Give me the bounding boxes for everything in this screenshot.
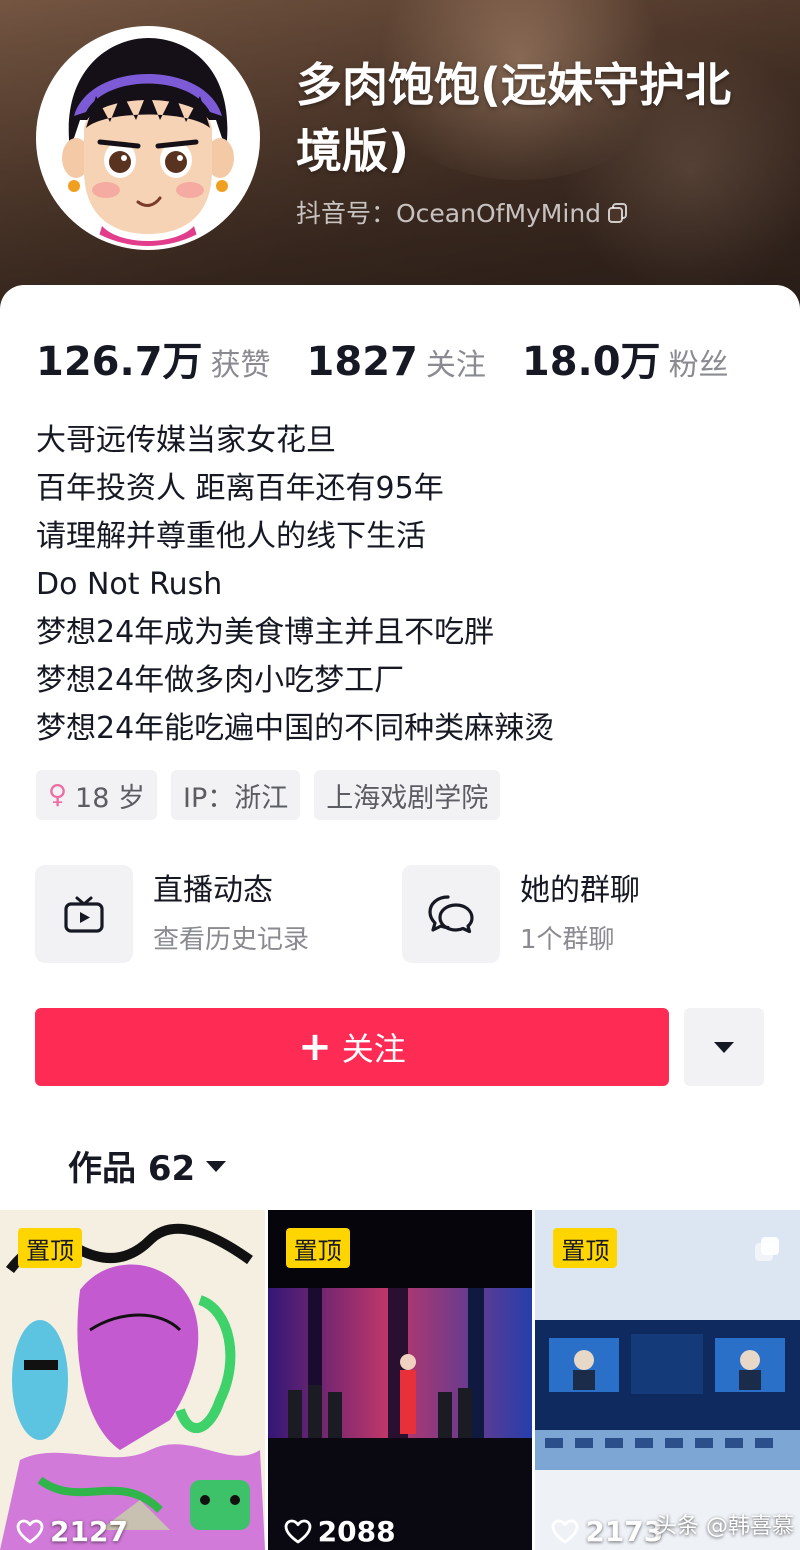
chat-icon-box <box>402 865 500 963</box>
watermark: 头条 @韩喜慕 <box>655 1514 794 1539</box>
tab-works[interactable]: 作品 62 <box>68 1141 227 1190</box>
live-title: 直播动态 <box>153 873 273 908</box>
tag-school-text: 上海戏剧学院 <box>326 782 489 814</box>
likes-count: 2088 <box>284 1515 396 1548</box>
video-tile[interactable]: 置顶 2127 <box>0 1210 265 1550</box>
follow-button[interactable]: + 关注 <box>35 1008 669 1086</box>
likes-value: 2088 <box>317 1515 396 1548</box>
likes-count: 2127 <box>16 1515 128 1548</box>
group-title: 她的群聊 <box>520 873 640 908</box>
tv-icon-box <box>35 865 133 963</box>
likes-count: 2173 <box>551 1515 663 1548</box>
avatar-illustration <box>40 30 256 246</box>
bio-line: 请理解并尊重他人的线下生活 <box>36 519 426 554</box>
more-options-button[interactable] <box>684 1008 764 1086</box>
tv-icon <box>64 896 104 933</box>
stats-row: 126.7万 获赞 1827 关注 18.0万 粉丝 <box>36 329 765 387</box>
female-icon: ♀ <box>48 780 68 810</box>
pinned-badge: 置顶 <box>285 1228 350 1268</box>
pinned-badge: 置顶 <box>553 1228 618 1268</box>
tag-age-text: 18 岁 <box>75 782 145 814</box>
heart-icon <box>551 1519 579 1543</box>
bio-line: 大哥远传媒当家女花旦 <box>36 423 336 458</box>
profile-card: 126.7万 获赞 1827 关注 18.0万 粉丝 大哥远传媒当家女花旦 百年… <box>0 285 800 1550</box>
heart-icon <box>16 1519 44 1543</box>
tag-ip-text: IP：浙江 <box>183 782 289 814</box>
bio-line: 百年投资人 距离百年还有95年 <box>36 471 444 506</box>
likes-value: 2127 <box>50 1515 128 1548</box>
plus-icon: + <box>298 1024 332 1070</box>
multi-image-icon <box>755 1237 780 1261</box>
pinned-badge: 置顶 <box>18 1228 82 1268</box>
caret-down-icon <box>714 1042 734 1053</box>
tag-ip: IP：浙江 <box>171 770 301 820</box>
heart-icon <box>284 1519 312 1543</box>
group-subtitle: 1个群聊 <box>520 925 615 955</box>
tag-school[interactable]: 上海戏剧学院 <box>314 770 501 820</box>
tag-age: ♀ 18 岁 <box>36 770 157 820</box>
stat-followers[interactable]: 18.0万 粉丝 <box>522 329 729 387</box>
tag-row: ♀ 18 岁 IP：浙江 上海戏剧学院 <box>36 770 501 820</box>
likes-value: 2173 <box>585 1515 664 1548</box>
bio-line: 梦想24年能吃遍中国的不同种类麻辣烫 <box>36 711 555 746</box>
avatar[interactable] <box>36 26 260 250</box>
stat-label: 获赞 <box>210 348 271 383</box>
bio-line: 梦想24年做多肉小吃梦工厂 <box>36 663 405 698</box>
follow-label: 关注 <box>341 1030 406 1068</box>
stat-value: 18.0万 <box>521 339 661 385</box>
live-subtitle: 查看历史记录 <box>153 925 310 955</box>
video-tile[interactable]: 置顶 2173 <box>535 1210 800 1550</box>
douyin-id-text: 抖音号：OceanOfMyMind <box>296 199 602 228</box>
caret-down-icon <box>206 1160 227 1172</box>
bio: 大哥远传媒当家女花旦 百年投资人 距离百年还有95年 请理解并尊重他人的线下生活… <box>36 417 554 753</box>
profile-name: 多肉饱饱(远妹守护北境版) <box>296 58 732 178</box>
stat-likes[interactable]: 126.7万 获赞 <box>36 329 271 387</box>
bio-line: 梦想24年成为美食博主并且不吃胖 <box>36 615 495 650</box>
video-grid: 置顶 2127 置顶 2088 置顶 2173 <box>0 1210 800 1550</box>
stat-value: 1827 <box>306 339 418 385</box>
video-tile[interactable]: 置顶 2088 <box>267 1210 533 1550</box>
bio-line: Do Not Rush <box>36 567 223 602</box>
group-chat-entry[interactable]: 她的群聊 1个群聊 <box>402 865 640 963</box>
stat-following[interactable]: 1827 关注 <box>307 339 486 385</box>
works-label: 作品 62 <box>68 1149 196 1189</box>
copy-icon[interactable] <box>607 201 629 223</box>
stat-value: 126.7万 <box>36 339 203 385</box>
stat-label: 粉丝 <box>668 348 729 383</box>
chat-bubbles-icon <box>428 895 474 934</box>
douyin-id[interactable]: 抖音号：OceanOfMyMind <box>296 194 629 230</box>
stat-label: 关注 <box>425 348 486 383</box>
live-history-entry[interactable]: 直播动态 查看历史记录 <box>35 865 309 963</box>
